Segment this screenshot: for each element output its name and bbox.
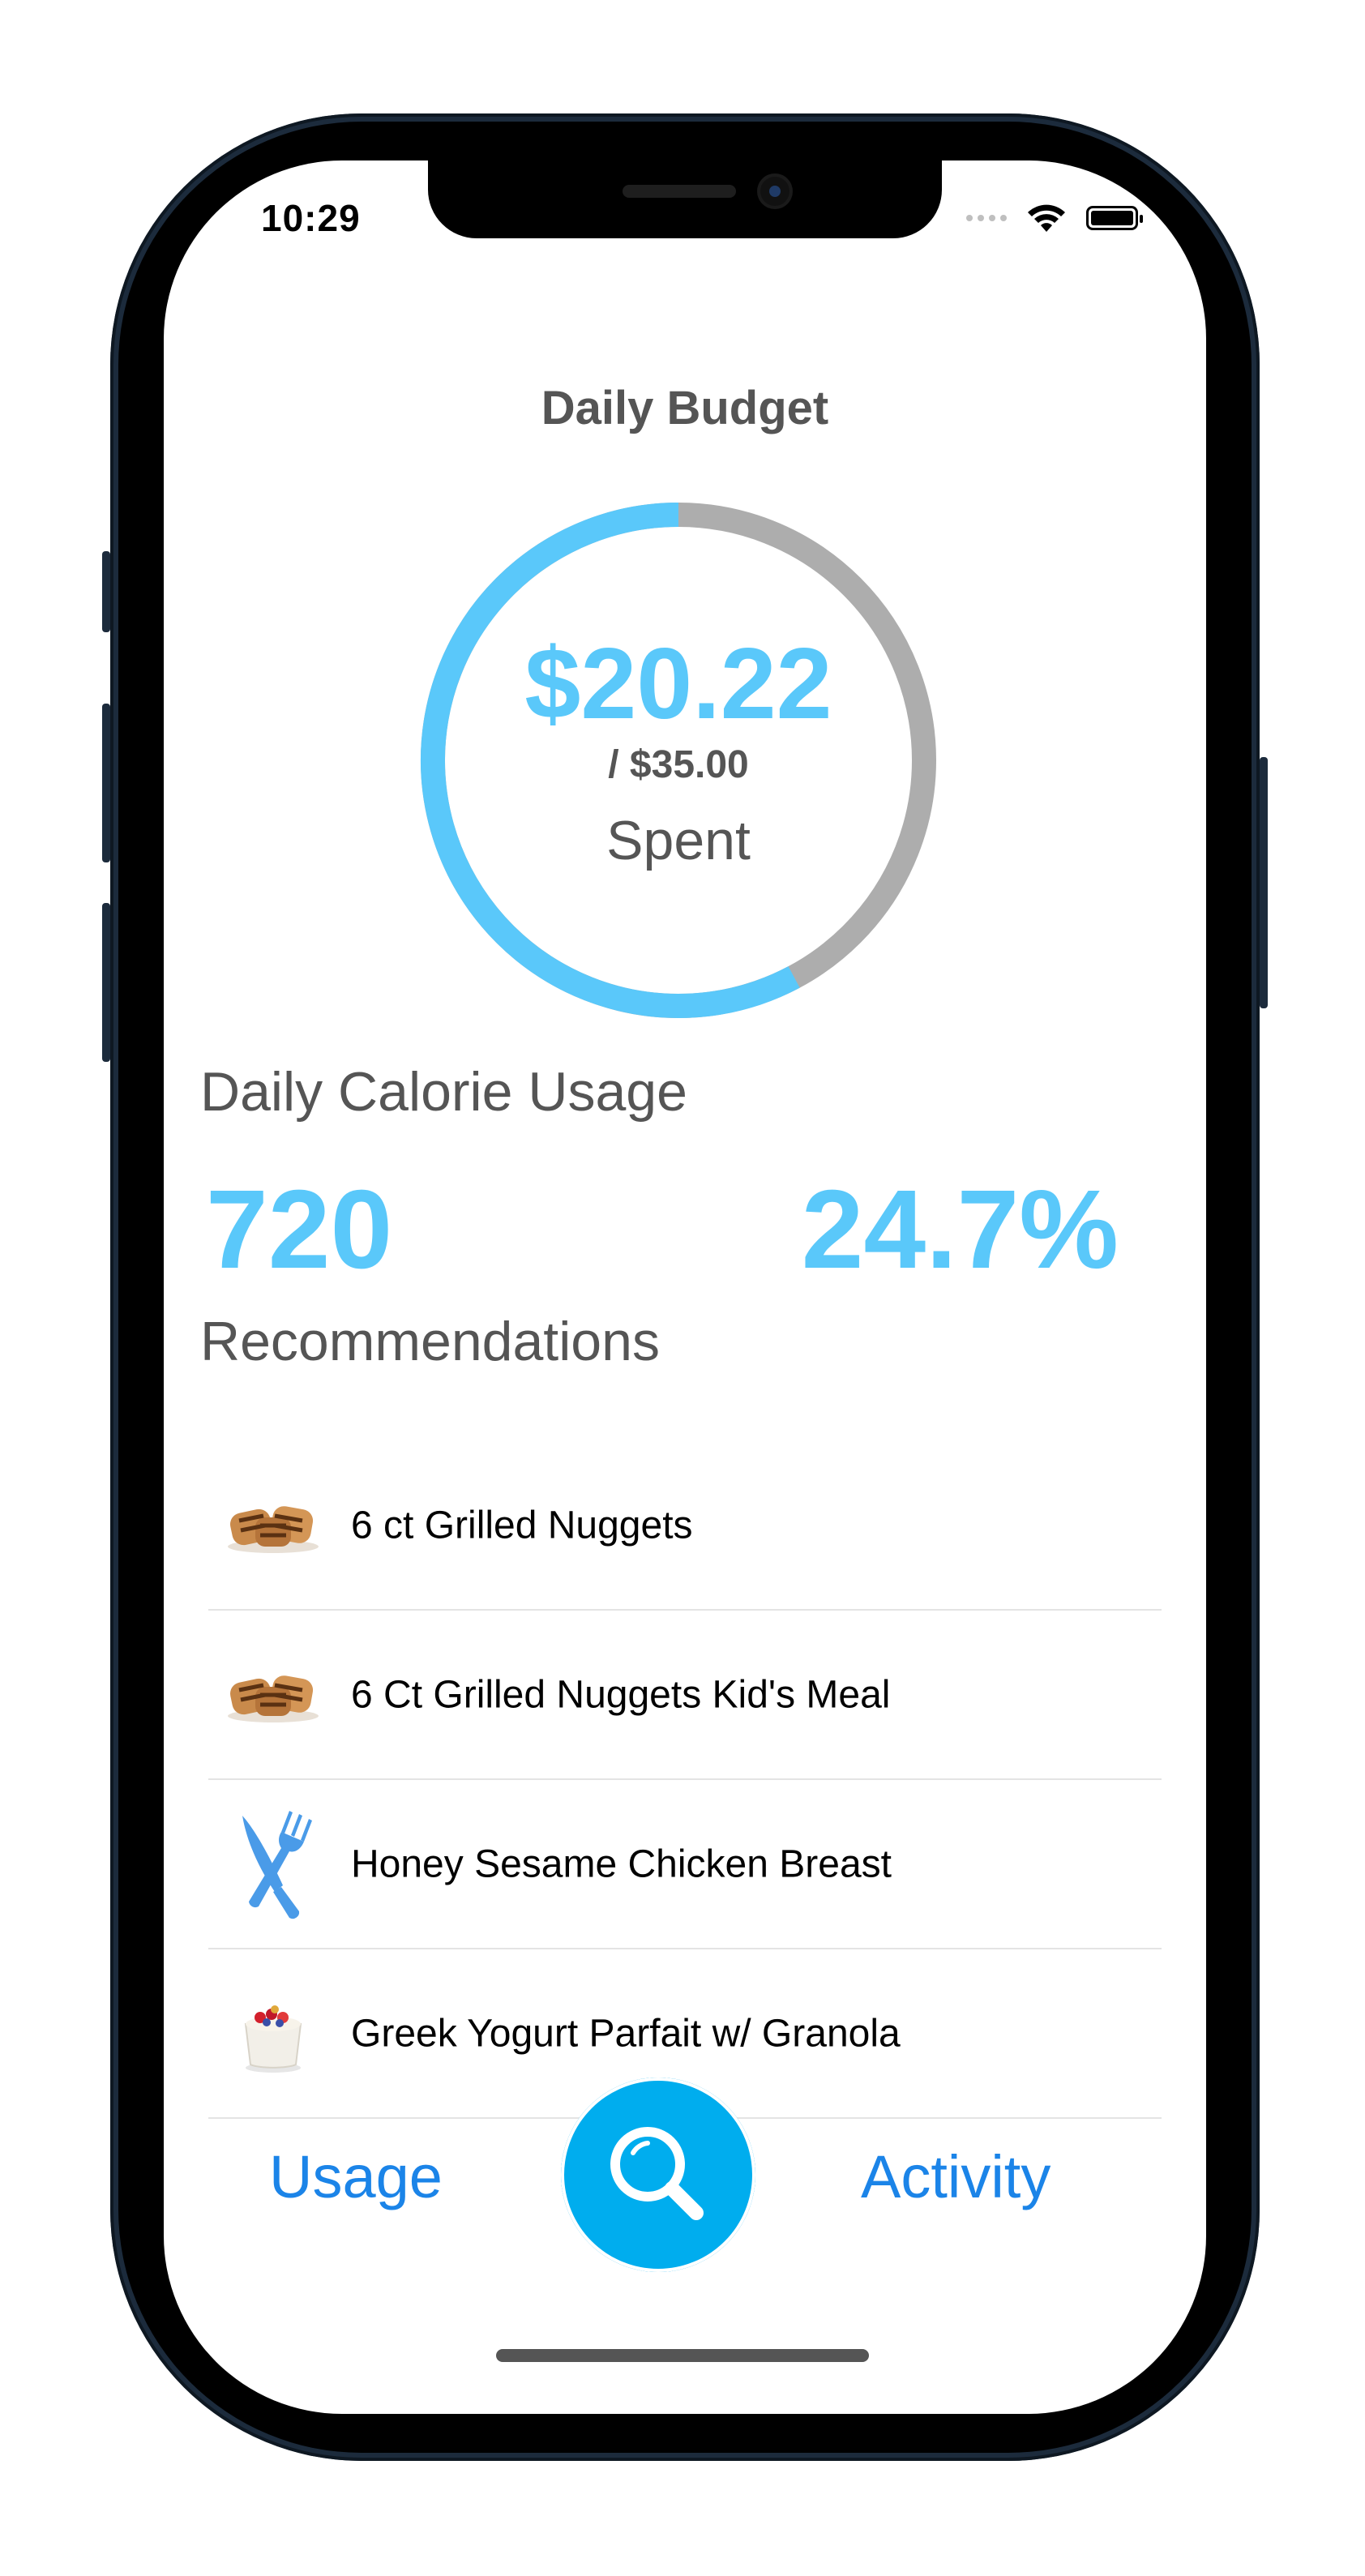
volume-down-button bbox=[102, 903, 110, 1062]
recommendations-list: 6 ct Grilled Nuggets 6 Ct Grilled Nugget… bbox=[208, 1441, 1162, 2119]
grilled-nuggets-photo bbox=[225, 1481, 322, 1570]
status-time: 10:29 bbox=[261, 197, 361, 239]
calorie-count: 720 bbox=[206, 1167, 393, 1292]
cellular-signal-icon bbox=[966, 215, 1007, 221]
notch bbox=[428, 160, 942, 238]
home-indicator bbox=[496, 2349, 869, 2362]
front-camera bbox=[760, 177, 789, 206]
recommendations-label: Recommendations bbox=[200, 1311, 660, 1372]
calorie-percent: 24.7% bbox=[801, 1167, 1119, 1292]
yogurt-parfait-photo bbox=[225, 1989, 322, 2078]
tab-usage[interactable]: Usage bbox=[269, 2142, 443, 2211]
wifi-icon bbox=[1028, 204, 1065, 232]
spent-amount: $20.22 bbox=[524, 628, 832, 740]
list-item-label: 6 ct Grilled Nuggets bbox=[351, 1504, 693, 1547]
power-button bbox=[1260, 757, 1268, 1008]
silent-switch bbox=[102, 551, 110, 632]
search-icon bbox=[610, 2127, 704, 2220]
list-item[interactable]: Honey Sesame Chicken Breast bbox=[208, 1780, 1162, 1949]
calorie-usage-label: Daily Calorie Usage bbox=[200, 1061, 687, 1123]
screen: 10:29 Daily Budget $20.22 / $35.00 Spent… bbox=[164, 160, 1206, 2414]
fork-knife-icon bbox=[225, 1810, 322, 1919]
grilled-nuggets-photo bbox=[225, 1650, 322, 1739]
earpiece-speaker bbox=[623, 185, 736, 198]
budget-ring: $20.22 / $35.00 Spent bbox=[411, 493, 946, 1028]
list-item-label: 6 Ct Grilled Nuggets Kid's Meal bbox=[351, 1673, 891, 1716]
tab-bar: Usage Activity bbox=[164, 2077, 1206, 2272]
list-item-label: Honey Sesame Chicken Breast bbox=[351, 1842, 892, 1885]
budget-title: Daily Budget bbox=[541, 382, 829, 434]
volume-up-button bbox=[102, 704, 110, 862]
battery-icon bbox=[1086, 206, 1143, 230]
list-item-label: Greek Yogurt Parfait w/ Granola bbox=[351, 2012, 901, 2055]
status-icons bbox=[966, 203, 1143, 233]
tab-activity[interactable]: Activity bbox=[861, 2142, 1050, 2211]
search-button[interactable] bbox=[561, 2077, 755, 2272]
budget-total: / $35.00 bbox=[608, 743, 749, 786]
list-item[interactable]: 6 Ct Grilled Nuggets Kid's Meal bbox=[208, 1611, 1162, 1780]
spent-label: Spent bbox=[606, 810, 751, 871]
list-item[interactable]: 6 ct Grilled Nuggets bbox=[208, 1441, 1162, 1611]
